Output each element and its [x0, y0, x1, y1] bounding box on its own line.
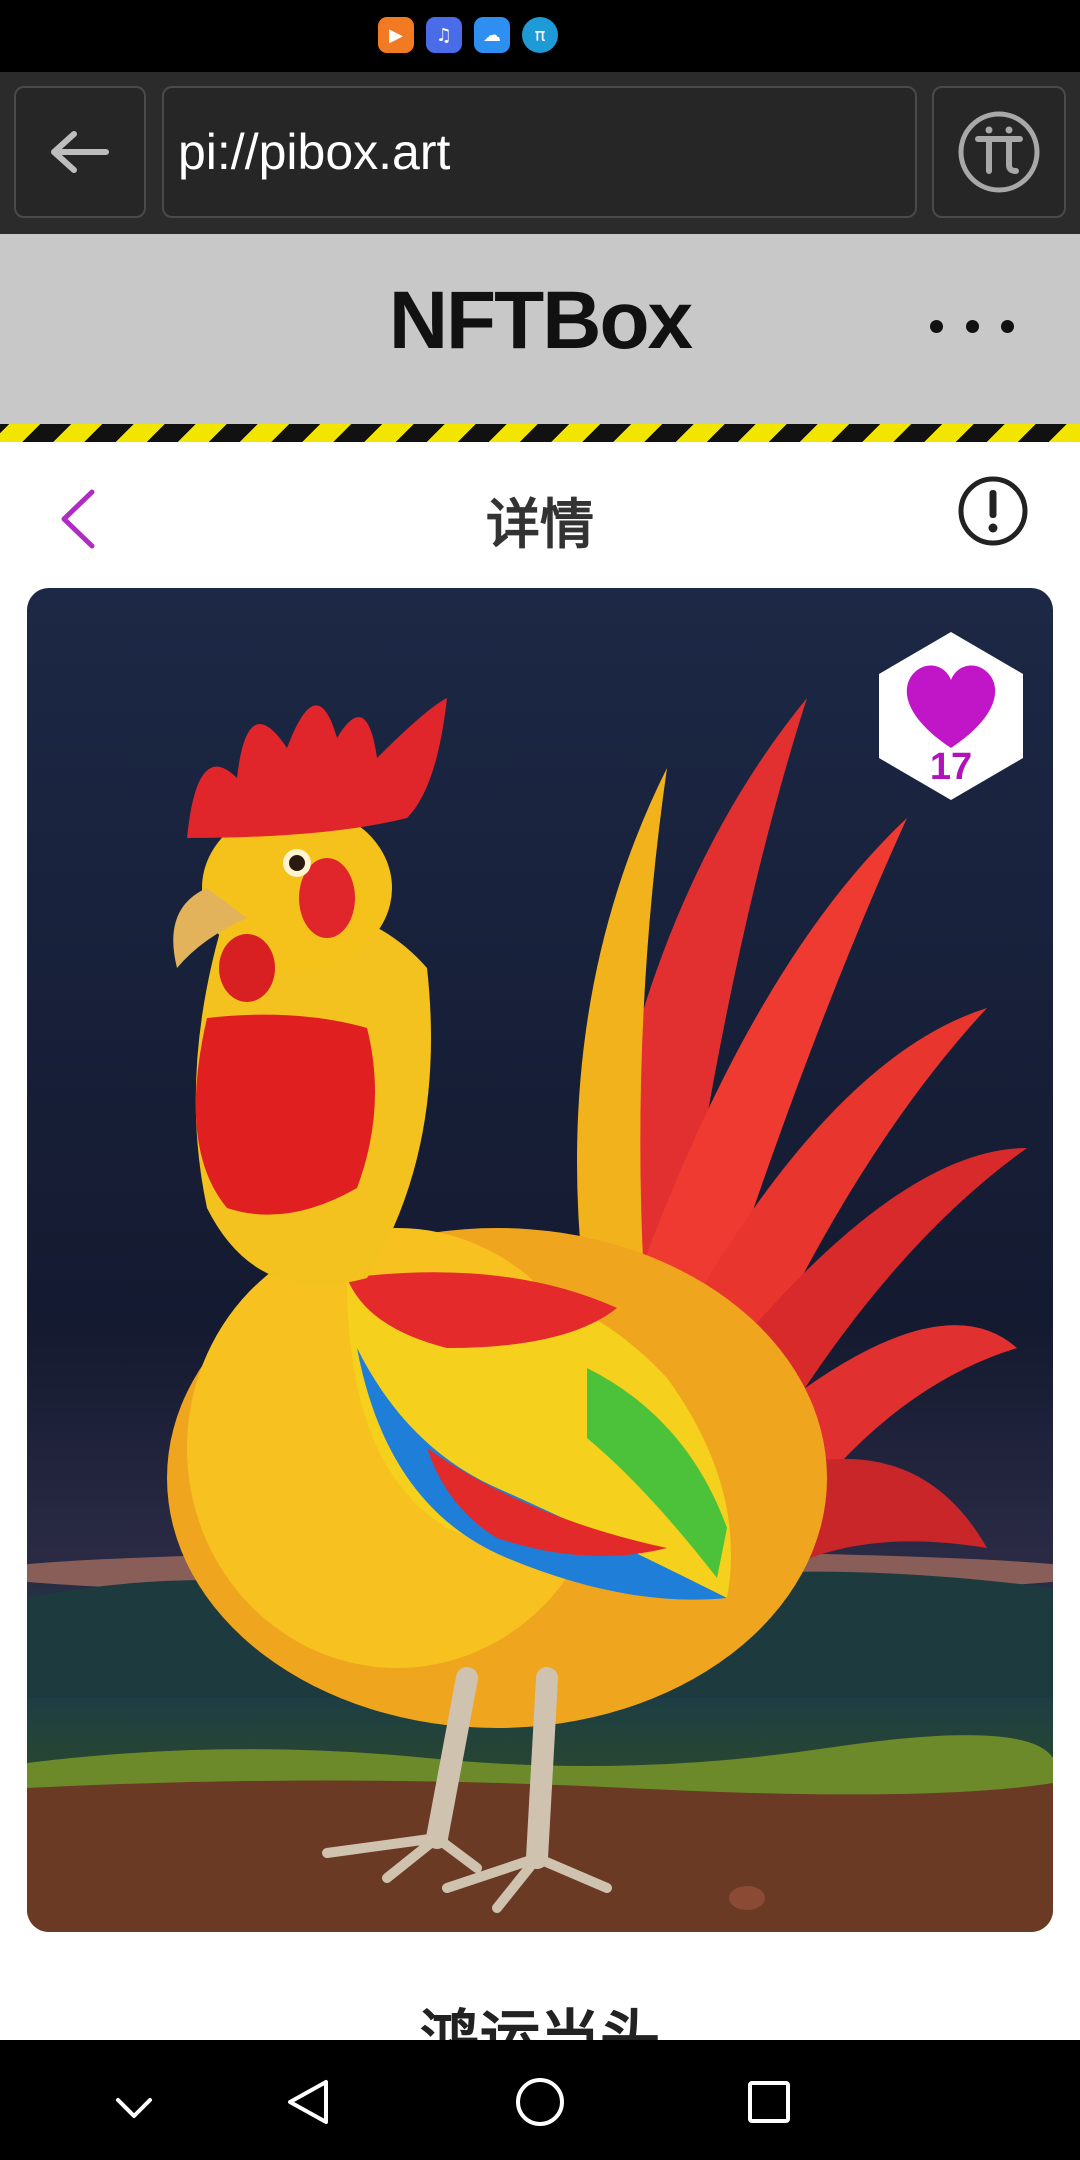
- like-button[interactable]: 17: [863, 628, 1039, 804]
- cloud-icon: ☁: [474, 17, 510, 53]
- home-circle-icon: [516, 2078, 564, 2126]
- pi-network-icon: π: [522, 17, 558, 53]
- system-nav-bar: [0, 2040, 1080, 2160]
- music-icon: ♫: [426, 17, 462, 53]
- page-nav: 详情: [0, 442, 1080, 582]
- recents-square-icon: [748, 2081, 790, 2123]
- url-text: pi://pibox.art: [178, 124, 451, 180]
- status-icons: ▶ ♫ ☁ π: [378, 17, 558, 53]
- back-triangle-icon: [288, 2080, 328, 2124]
- status-bar: ▶ ♫ ☁ π: [0, 0, 1080, 72]
- browser-back-button[interactable]: [14, 86, 146, 218]
- browser-bar: pi://pibox.art: [0, 72, 1080, 234]
- dot: [930, 319, 943, 333]
- dot: [965, 319, 979, 333]
- nft-image[interactable]: 17: [27, 588, 1053, 1932]
- app-title: NFTBox: [388, 275, 693, 366]
- arrow-left-icon: [51, 131, 109, 173]
- pi-logo-icon: [958, 111, 1040, 193]
- more-dots-icon[interactable]: [930, 306, 1014, 346]
- pi-wallet-button[interactable]: [932, 86, 1066, 218]
- hazard-stripe-divider: [0, 424, 1080, 442]
- url-field[interactable]: pi://pibox.art: [162, 86, 917, 218]
- app-icon-orange: ▶: [378, 17, 414, 53]
- dot: [1001, 319, 1014, 333]
- info-icon[interactable]: [957, 475, 1029, 547]
- page-title: 详情: [486, 493, 594, 556]
- like-count: 17: [929, 746, 973, 788]
- app-header: NFTBox: [0, 234, 1080, 424]
- hide-keyboard-icon: [116, 2098, 152, 2118]
